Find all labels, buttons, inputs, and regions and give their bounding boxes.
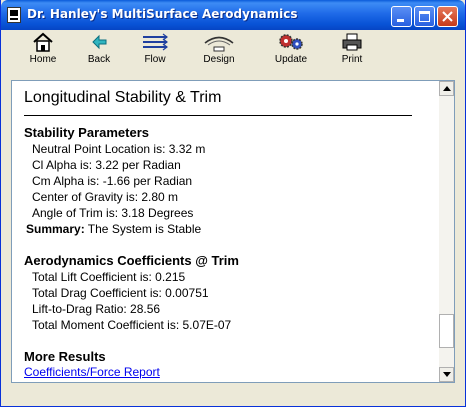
scroll-up-arrow-icon [443,86,451,91]
printer-icon [342,33,362,51]
scrollbar-thumb[interactable] [439,314,454,349]
print-label: Print [341,54,363,65]
center-of-gravity-text: Center of Gravity is: 2.80 m [32,190,179,204]
summary-label: Summary: [26,222,85,236]
title-divider [24,115,412,116]
window-title: Dr. Hanley's MultiSurface Aerodynamics [27,7,298,21]
lift-to-drag-text: Lift-to-Drag Ratio: 28.56 [32,302,161,316]
drag-coefficient-text: Total Drag Coefficient is: 0.00751 [32,286,209,300]
scroll-down-button[interactable] [439,367,454,382]
cl-alpha-text: Cl Alpha is: 3.22 per Radian [32,158,181,172]
results-document: Longitudinal Stability & Trim Stability … [12,81,439,382]
stability-heading: Stability Parameters [24,125,150,140]
design-button[interactable]: Design [197,31,241,73]
flow-button[interactable]: Flow [137,31,173,73]
neutral-point-text: Neutral Point Location is: 3.32 m [32,142,206,156]
minimize-icon [397,19,404,22]
page-title: Longitudinal Stability & Trim [24,89,222,106]
home-icon [33,32,53,52]
more-results-heading: More Results [24,349,106,364]
coefficients-report-link[interactable]: Coefficients/Force Report [24,365,160,379]
gears-icon [279,34,303,50]
design-label: Design [203,54,235,65]
back-arrow-icon [92,34,107,50]
title-bar[interactable]: Dr. Hanley's MultiSurface Aerodynamics [1,0,465,30]
flow-label: Flow [144,54,166,65]
home-button[interactable]: Home [25,31,61,73]
coefficients-heading: Aerodynamics Coefficients @ Trim [24,253,239,268]
back-button[interactable]: Back [83,31,115,73]
scroll-up-button[interactable] [439,81,454,96]
airfoil-icon [204,36,234,52]
maximize-button[interactable] [414,6,435,27]
update-button[interactable]: Update [271,31,311,73]
print-button[interactable]: Print [335,31,369,73]
update-label: Update [274,54,308,65]
vertical-scrollbar[interactable] [439,81,454,382]
maximize-icon [419,11,430,22]
app-window: Dr. Hanley's MultiSurface Aerodynamics H… [0,0,466,407]
flow-lines-icon [143,33,168,51]
lift-coefficient-text: Total Lift Coefficient is: 0.215 [32,270,186,284]
scroll-down-arrow-icon [443,372,451,377]
minimize-button[interactable] [391,6,412,27]
close-icon [442,11,453,22]
computer-icon[interactable] [7,7,21,23]
back-label: Back [87,54,111,65]
moment-coefficient-text: Total Moment Coefficient is: 5.07E-07 [32,318,232,332]
cm-alpha-text: Cm Alpha is: -1.66 per Radian [32,174,193,188]
results-pane: Longitudinal Stability & Trim Stability … [11,80,455,383]
summary-text: The System is Stable [84,222,202,236]
toolbar: Home Back Flow Design Update Print [5,31,463,73]
trim-angle-text: Angle of Trim is: 3.18 Degrees [32,206,194,220]
close-button[interactable] [437,6,458,27]
summary-line: Summary: The System is Stable [26,222,201,236]
home-label: Home [29,54,57,65]
